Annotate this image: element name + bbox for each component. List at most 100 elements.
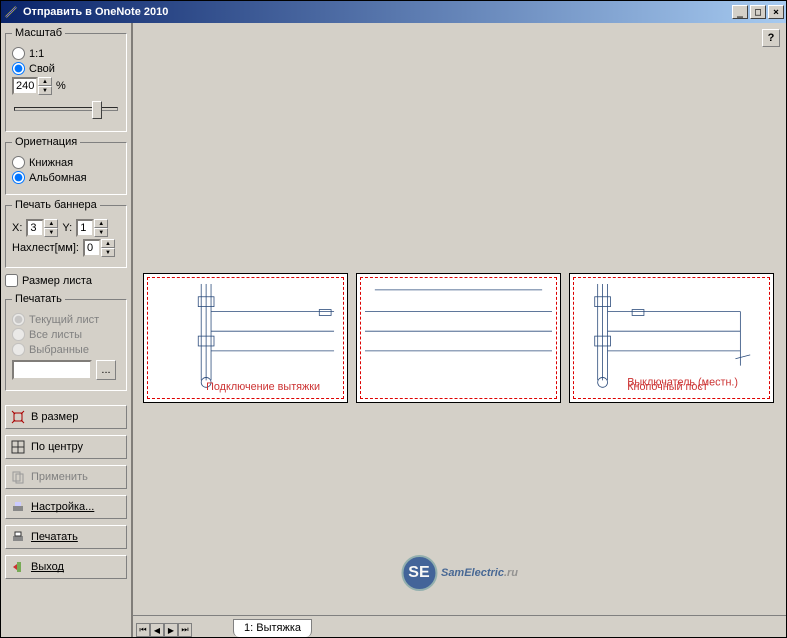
- main-area: ? Подключение вытяжки: [131, 23, 786, 637]
- fit-icon: [10, 409, 26, 425]
- overlap-label: Нахлест[мм]:: [12, 242, 79, 254]
- scale-percent-label: %: [56, 80, 66, 92]
- banner-legend: Печать баннера: [12, 199, 100, 211]
- center-button[interactable]: По центру: [5, 435, 127, 459]
- portrait-label: Книжная: [29, 157, 73, 169]
- print-current-label: Текущий лист: [29, 314, 99, 326]
- banner-y-label: Y:: [62, 222, 72, 234]
- banner-x-input[interactable]: [26, 219, 44, 237]
- tabbar: ⏮ ◀ ▶ ⏭ 1: Вытяжка: [133, 615, 786, 637]
- schematic-3: Выключатель (местн.) Кнопочный пост: [578, 282, 765, 395]
- scale-slider[interactable]: [12, 99, 120, 123]
- scale-custom-radio[interactable]: [12, 62, 25, 75]
- svg-text:Подключение вытяжки: Подключение вытяжки: [206, 381, 320, 393]
- minimize-button[interactable]: _: [732, 5, 748, 19]
- banner-y-up[interactable]: ▲: [94, 219, 108, 228]
- banner-group: Печать баннера X: ▲▼ Y: ▲▼ Нахлест[мм]:: [5, 199, 127, 268]
- overlap-up[interactable]: ▲: [101, 239, 115, 248]
- browse-button[interactable]: ...: [96, 360, 116, 380]
- window-title: Отправить в OneNote 2010: [23, 6, 730, 18]
- portrait-radio[interactable]: [12, 156, 25, 169]
- page-size-row[interactable]: Размер листа: [5, 274, 127, 287]
- overlap-input[interactable]: [83, 239, 101, 257]
- print-all-label: Все листы: [29, 329, 82, 341]
- help-button[interactable]: ?: [762, 29, 780, 47]
- scale-11-radio[interactable]: [12, 47, 25, 60]
- scale-down-button[interactable]: ▼: [38, 86, 52, 95]
- scale-legend: Масштаб: [12, 27, 65, 39]
- app-icon: [3, 4, 19, 20]
- banner-x-label: X:: [12, 222, 22, 234]
- landscape-radio[interactable]: [12, 171, 25, 184]
- banner-y-input[interactable]: [76, 219, 94, 237]
- overlap-down[interactable]: ▼: [101, 248, 115, 257]
- settings-button[interactable]: Настройка...: [5, 495, 127, 519]
- center-label: По центру: [31, 441, 83, 453]
- printer-settings-icon: [10, 499, 26, 515]
- slider-track: [14, 107, 118, 111]
- preview-area[interactable]: ? Подключение вытяжки: [133, 23, 786, 615]
- page-preview-2[interactable]: [356, 273, 561, 403]
- body: Масштаб 1:1 Свой ▲ ▼: [1, 23, 786, 637]
- exit-icon: [10, 559, 26, 575]
- print-group: Печатать Текущий лист Все листы Выбранны…: [5, 293, 127, 391]
- watermark: SE SamElectric.ru: [401, 555, 518, 591]
- tab-last-button[interactable]: ⏭: [178, 623, 192, 637]
- orientation-group: Ориетнация Книжная Альбомная: [5, 136, 127, 195]
- fit-label: В размер: [31, 411, 78, 423]
- banner-x-up[interactable]: ▲: [44, 219, 58, 228]
- landscape-label: Альбомная: [29, 172, 87, 184]
- page-preview-3[interactable]: Выключатель (местн.) Кнопочный пост: [569, 273, 774, 403]
- svg-text:Кнопочный пост: Кнопочный пост: [627, 381, 708, 393]
- print-path-input[interactable]: [12, 360, 92, 380]
- print-current-row: Текущий лист: [12, 313, 120, 326]
- titlebar: Отправить в OneNote 2010 _ □ ×: [1, 1, 786, 23]
- schematic-1: Подключение вытяжки: [152, 282, 339, 395]
- portrait-row[interactable]: Книжная: [12, 156, 120, 169]
- settings-label: Настройка...: [31, 501, 94, 513]
- page-size-checkbox[interactable]: [5, 274, 18, 287]
- page-previews: Подключение вытяжки: [143, 273, 774, 403]
- maximize-button[interactable]: □: [750, 5, 766, 19]
- close-button[interactable]: ×: [768, 5, 784, 19]
- print-selected-label: Выбранные: [29, 344, 89, 356]
- orientation-legend: Ориетнация: [12, 136, 80, 148]
- fit-button[interactable]: В размер: [5, 405, 127, 429]
- page-preview-1[interactable]: Подключение вытяжки: [143, 273, 348, 403]
- sheet-tab-label: 1: Вытяжка: [244, 622, 301, 634]
- page-size-label: Размер листа: [22, 275, 92, 287]
- scale-value-input[interactable]: [12, 77, 38, 95]
- print-legend: Печатать: [12, 293, 65, 305]
- scale-11-row[interactable]: 1:1: [12, 47, 120, 60]
- scale-custom-row[interactable]: Свой: [12, 62, 120, 75]
- scale-up-button[interactable]: ▲: [38, 77, 52, 86]
- slider-thumb[interactable]: [92, 101, 102, 119]
- print-selected-radio: [12, 343, 25, 356]
- watermark-badge: SE: [401, 555, 437, 591]
- print-label: Печатать: [31, 531, 78, 543]
- app-window: Отправить в OneNote 2010 _ □ × Масштаб 1…: [0, 0, 787, 638]
- print-current-radio: [12, 313, 25, 326]
- apply-label: Применить: [31, 471, 88, 483]
- apply-button: Применить: [5, 465, 127, 489]
- tab-next-button[interactable]: ▶: [164, 623, 178, 637]
- tab-prev-button[interactable]: ◀: [150, 623, 164, 637]
- landscape-row[interactable]: Альбомная: [12, 171, 120, 184]
- banner-x-down[interactable]: ▼: [44, 228, 58, 237]
- print-all-row: Все листы: [12, 328, 120, 341]
- apply-icon: [10, 469, 26, 485]
- print-all-radio: [12, 328, 25, 341]
- tab-first-button[interactable]: ⏮: [136, 623, 150, 637]
- exit-label: Выход: [31, 561, 64, 573]
- scale-group: Масштаб 1:1 Свой ▲ ▼: [5, 27, 127, 132]
- schematic-2: [365, 282, 552, 395]
- tab-nav: ⏮ ◀ ▶ ⏭: [136, 623, 192, 637]
- print-button[interactable]: Печатать: [5, 525, 127, 549]
- scale-custom-label: Свой: [29, 63, 55, 75]
- print-selected-row: Выбранные: [12, 343, 120, 356]
- banner-y-down[interactable]: ▼: [94, 228, 108, 237]
- sheet-tab-1[interactable]: 1: Вытяжка: [233, 619, 312, 637]
- center-icon: [10, 439, 26, 455]
- sidebar: Масштаб 1:1 Свой ▲ ▼: [1, 23, 131, 637]
- exit-button[interactable]: Выход: [5, 555, 127, 579]
